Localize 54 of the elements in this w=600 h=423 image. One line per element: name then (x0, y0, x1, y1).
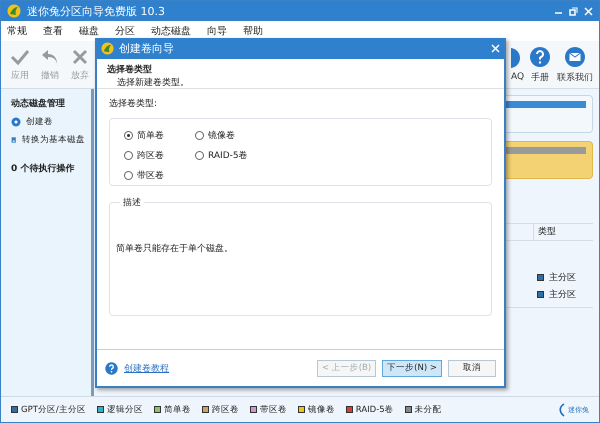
close-icon[interactable] (491, 44, 500, 53)
tutorial-link[interactable]: 创建卷教程 (124, 362, 169, 374)
sidebar-item[interactable]: 创建卷 (11, 116, 85, 128)
menu-item[interactable]: 动态磁盘 (151, 24, 191, 38)
legend-item: 带区卷 (250, 404, 287, 416)
legend-item: 简单卷 (154, 404, 191, 416)
toolbar-button[interactable]: 手册 (525, 46, 555, 84)
legend-item: RAID-5卷 (346, 404, 394, 416)
menu-item[interactable]: 分区 (115, 24, 135, 38)
legend-item: 镜像卷 (298, 404, 335, 416)
legend-item: 跨区卷 (202, 404, 239, 416)
column-header: 类型 (533, 224, 593, 240)
cancel-button[interactable]: 取消 (448, 360, 496, 376)
legend-item: 逻辑分区 (96, 404, 143, 416)
sidebar-item[interactable]: 转换为基本磁盘 (11, 134, 85, 146)
window-title: 迷你兔分区向导免费版 10.3 (27, 4, 166, 18)
dialog-heading: 选择卷类型 (107, 63, 153, 76)
help-icon (105, 362, 118, 374)
app-logo-icon (7, 4, 21, 18)
undo-arrow-icon (40, 48, 60, 66)
restore-icon[interactable] (569, 6, 578, 16)
description-text: 简单卷只能存在于单个磁盘。 (116, 244, 233, 254)
prompt-label: 选择卷类型: (109, 98, 158, 110)
partition-type-icon (537, 274, 544, 281)
menu-item[interactable]: 向导 (207, 24, 227, 38)
radio-option[interactable]: 简单卷 (124, 125, 195, 145)
check-icon (10, 48, 30, 66)
menu-item[interactable]: 查看 (43, 24, 63, 38)
mail-icon (564, 46, 586, 68)
close-icon[interactable] (584, 6, 593, 16)
radio-option[interactable]: RAID-5卷 (195, 145, 248, 165)
table-cell: 主分区 (533, 271, 593, 284)
pending-operations: 0 个待执行操作 (11, 162, 76, 175)
radio-option[interactable]: 跨区卷 (124, 145, 195, 165)
next-button[interactable]: 下一步(N) > (382, 360, 442, 376)
toolbar-button[interactable]: AQ (511, 47, 525, 82)
legend-item: GPT分区/主分区 (11, 404, 86, 416)
close-icon (71, 48, 89, 66)
help-icon (529, 46, 551, 68)
dialog-subheading: 选择新建卷类型。 (116, 76, 190, 89)
toolbar-button[interactable]: 联系我们 (555, 46, 595, 84)
legend-item: 未分配 (404, 404, 442, 416)
partition-type-icon (537, 291, 544, 298)
dialog-title: 创建卷向导 (119, 41, 175, 56)
menu-item[interactable]: 常规 (7, 24, 27, 38)
volume-icon (11, 117, 21, 127)
menu-item[interactable]: 帮助 (243, 24, 263, 38)
sidebar-heading: 动态磁盘管理 (11, 97, 66, 110)
radio-option[interactable]: 带区卷 (124, 165, 195, 185)
description-legend: 描述 (120, 196, 144, 209)
app-logo-icon (101, 42, 114, 55)
radio-option[interactable]: 镜像卷 (195, 125, 248, 145)
menu-item[interactable]: 磁盘 (79, 24, 99, 38)
table-cell: 主分区 (533, 288, 593, 301)
